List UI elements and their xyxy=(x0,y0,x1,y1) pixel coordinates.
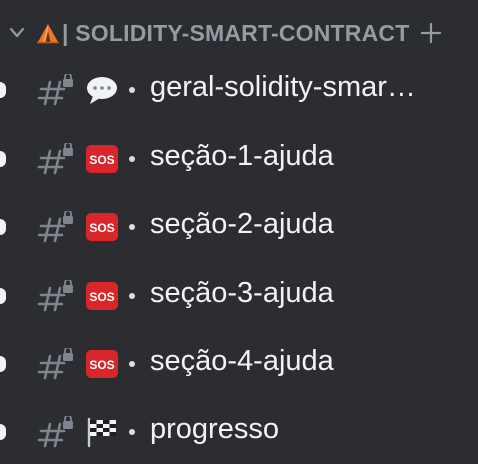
unread-indicator xyxy=(0,82,6,98)
channel-name: seção-2-ajuda xyxy=(150,208,334,240)
unread-indicator xyxy=(0,288,6,304)
unread-indicator xyxy=(0,151,6,167)
channel-name: seção-3-ajuda xyxy=(150,277,334,309)
chevron-down-icon[interactable] xyxy=(8,25,26,41)
separator-dot xyxy=(129,156,135,162)
speech-bubble-icon xyxy=(87,77,117,104)
channel-item-progresso[interactable]: progresso xyxy=(0,404,478,460)
channel-item-secao-2[interactable]: SOS seção-2-ajuda xyxy=(0,199,478,255)
locked-hash-icon xyxy=(37,74,73,106)
sos-icon: SOS xyxy=(86,213,118,241)
separator-dot xyxy=(129,224,135,230)
separator-dot xyxy=(129,87,135,93)
svg-text:SOS: SOS xyxy=(89,358,114,372)
channel-name: geral-solidity-smar… xyxy=(150,71,416,103)
locked-hash-icon xyxy=(37,211,73,243)
checkered-flag-icon xyxy=(87,417,116,448)
sos-icon: SOS xyxy=(86,282,118,310)
separator-dot xyxy=(129,361,135,367)
locked-hash-icon xyxy=(37,280,73,312)
locked-hash-icon xyxy=(37,348,73,380)
channel-item-secao-3[interactable]: SOS seção-3-ajuda xyxy=(0,268,478,324)
svg-text:SOS: SOS xyxy=(89,153,114,167)
channel-item-secao-1[interactable]: SOS seção-1-ajuda xyxy=(0,131,478,187)
channel-name: progresso xyxy=(150,413,279,445)
channel-name: seção-4-ajuda xyxy=(150,345,334,377)
svg-text:SOS: SOS xyxy=(89,290,114,304)
unread-indicator xyxy=(0,219,6,235)
locked-hash-icon xyxy=(37,416,73,448)
sos-icon: SOS xyxy=(86,350,118,378)
sos-icon: SOS xyxy=(86,145,118,173)
category-label: | SOLIDITY-SMART-CONTRACT xyxy=(62,20,410,46)
tent-icon xyxy=(37,24,59,44)
channel-name: seção-1-ajuda xyxy=(150,140,334,172)
locked-hash-icon xyxy=(37,143,73,175)
unread-indicator xyxy=(0,356,6,372)
category-header[interactable]: | SOLIDITY-SMART-CONTRACT xyxy=(0,12,478,54)
separator-dot xyxy=(129,293,135,299)
channel-item-geral[interactable]: geral-solidity-smar… xyxy=(0,62,478,118)
channel-sidebar: | SOLIDITY-SMART-CONTRACT geral-solidity… xyxy=(0,0,478,464)
plus-icon[interactable] xyxy=(420,22,442,44)
separator-dot xyxy=(129,429,135,435)
unread-indicator xyxy=(0,424,6,440)
channel-item-secao-4[interactable]: SOS seção-4-ajuda xyxy=(0,336,478,392)
svg-text:SOS: SOS xyxy=(89,221,114,235)
